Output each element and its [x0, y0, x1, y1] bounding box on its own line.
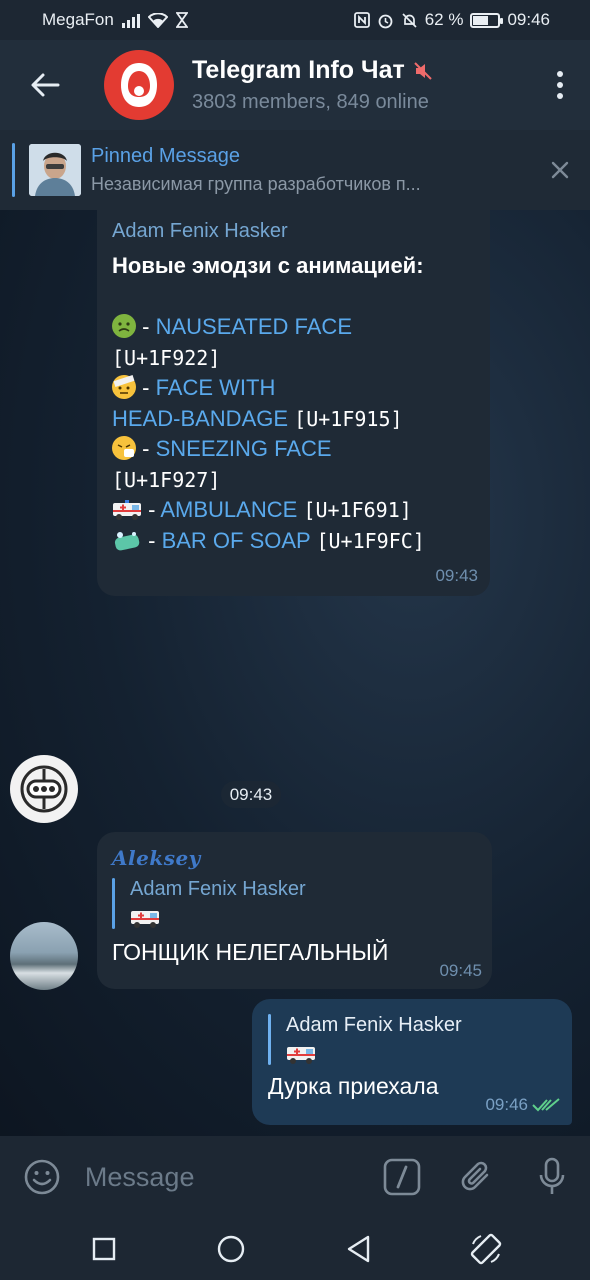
nfc-icon	[353, 12, 370, 28]
emoji-line: - SNEEZING FACE [U+1F927]	[112, 436, 332, 492]
unicode-code: [U+1F691]	[303, 498, 412, 522]
more-menu-button[interactable]	[530, 40, 590, 130]
attach-button[interactable]	[440, 1136, 515, 1218]
emoji-line: - FACE WITH HEAD-BANDAGE [U+1F915]	[112, 375, 403, 431]
message-bubble-outgoing[interactable]: Adam Fenix Hasker Дурка приехала 09:46	[252, 999, 572, 1125]
emoji-name-link[interactable]: FACE WITH	[156, 375, 276, 400]
reply-author: Adam Fenix Hasker	[130, 878, 306, 900]
unicode-code: [U+1F9FC]	[316, 528, 425, 553]
slash-command-icon	[384, 1158, 421, 1196]
message-time: 09:46	[485, 1095, 528, 1114]
chat-logo-icon	[121, 63, 157, 107]
double-check-icon	[532, 1098, 560, 1112]
home-button[interactable]	[201, 1219, 261, 1279]
chat-title-text: Telegram Info Чат	[192, 56, 405, 84]
sender-avatar-aleksey[interactable]	[10, 922, 78, 990]
sender-name[interactable]: Aleksey	[112, 846, 476, 870]
hourglass-icon	[175, 12, 188, 28]
ambulance-icon	[112, 499, 142, 521]
emoji-name-link[interactable]: AMBULANCE	[160, 497, 297, 522]
sneezing-face-icon	[112, 436, 136, 460]
silent-bell-icon	[402, 12, 417, 28]
circle-icon	[218, 1235, 245, 1263]
message-bubble-aleksey[interactable]: Aleksey Adam Fenix Hasker ГОНЩИК НЕЛЕГАЛ…	[97, 832, 492, 989]
square-icon	[92, 1237, 115, 1261]
alarm-icon	[378, 14, 393, 28]
members-count: 3803 members, 849 online	[192, 91, 429, 113]
message-text: ГОНЩИК НЕЛЕГАЛЬНЫЙ	[112, 939, 389, 965]
emoji-button[interactable]	[0, 1136, 85, 1218]
robot-logo-icon	[20, 765, 68, 813]
service-time-pill: 09:43	[221, 781, 281, 808]
rotate-screen-icon	[471, 1233, 502, 1265]
pinned-message-bar[interactable]: Pinned Message Независимая группа разраб…	[0, 130, 590, 210]
wifi-icon	[147, 12, 168, 28]
message-text: Новые эмодзи с анимацией: - NAUSEATED FA…	[112, 251, 474, 556]
emoji-name-link[interactable]: SNEEZING FACE	[156, 436, 332, 461]
smiley-icon	[25, 1159, 60, 1195]
chat-header: Telegram Info Чат 3803 members, 849 onli…	[0, 40, 590, 130]
battery-icon	[470, 12, 504, 28]
more-vertical-icon	[557, 71, 563, 99]
nauseated-face-icon	[112, 314, 136, 338]
unicode-code: [U+1F915]	[294, 406, 403, 431]
reply-quote[interactable]: Adam Fenix Hasker	[112, 878, 476, 929]
arrow-left-icon	[31, 73, 60, 97]
bot-commands-button[interactable]	[365, 1136, 440, 1218]
rotate-button[interactable]	[456, 1219, 516, 1279]
ambulance-icon	[286, 1043, 316, 1065]
message-input[interactable]	[84, 1147, 365, 1207]
clock: 09:46	[507, 10, 550, 29]
emoji-line: - NAUSEATED FACE [U+1F922]	[112, 314, 352, 370]
face-with-head-bandage-icon	[112, 375, 136, 399]
unpin-button[interactable]	[530, 130, 590, 210]
emoji-name-link[interactable]: BAR OF SOAP	[162, 528, 311, 553]
close-icon	[551, 161, 569, 179]
sender-name[interactable]: Adam Fenix Hasker	[112, 220, 474, 243]
recents-button[interactable]	[74, 1219, 134, 1279]
message-input-bar	[0, 1136, 590, 1218]
pinned-accent-bar	[12, 143, 15, 197]
message-time-status: 09:46	[485, 1095, 560, 1115]
message-heading: Новые эмодзи с анимацией:	[112, 253, 424, 278]
pinned-title: Pinned Message	[91, 145, 240, 167]
emoji-line: - BAR OF SOAP [U+1F9FC]	[112, 526, 474, 557]
voice-record-button[interactable]	[515, 1136, 590, 1218]
carrier-name: MegaFon	[42, 10, 114, 29]
message-time: 09:43	[435, 566, 478, 585]
pinned-preview: Независимая группа разработчиков п...	[91, 174, 421, 194]
pinned-thumbnail	[29, 144, 81, 196]
muted-speaker-icon	[414, 61, 432, 80]
emoji-name-link[interactable]: NAUSEATED FACE	[156, 314, 352, 339]
triangle-back-icon	[347, 1235, 369, 1263]
system-nav-bar	[0, 1218, 590, 1280]
ambulance-icon	[130, 907, 160, 929]
status-bar: MegaFon 62 % 09:46	[0, 0, 590, 40]
bar-of-soap-icon	[112, 530, 142, 552]
back-nav-button[interactable]	[329, 1219, 389, 1279]
chat-avatar[interactable]	[104, 50, 174, 120]
sender-avatar-bot[interactable]	[10, 755, 78, 823]
message-time: 09:45	[439, 961, 482, 980]
paperclip-icon	[462, 1161, 489, 1191]
back-button[interactable]	[0, 40, 90, 130]
battery-percent: 62 %	[424, 10, 464, 29]
signal-icon	[121, 13, 140, 28]
emoji-line: - AMBULANCE [U+1F691]	[112, 495, 474, 526]
emoji-name-link[interactable]: HEAD-BANDAGE	[112, 406, 288, 431]
unicode-code: [U+1F927]	[112, 467, 221, 492]
reply-author: Adam Fenix Hasker	[286, 1014, 462, 1036]
chat-title[interactable]: Telegram Info Чат	[192, 56, 433, 85]
unicode-code: [U+1F922]	[112, 345, 221, 370]
person-photo-icon	[29, 144, 81, 196]
message-bubble-emoji-list[interactable]: Adam Fenix Hasker Новые эмодзи с анимаци…	[97, 210, 490, 596]
microphone-icon	[540, 1157, 565, 1194]
reply-quote[interactable]: Adam Fenix Hasker	[268, 1014, 558, 1065]
